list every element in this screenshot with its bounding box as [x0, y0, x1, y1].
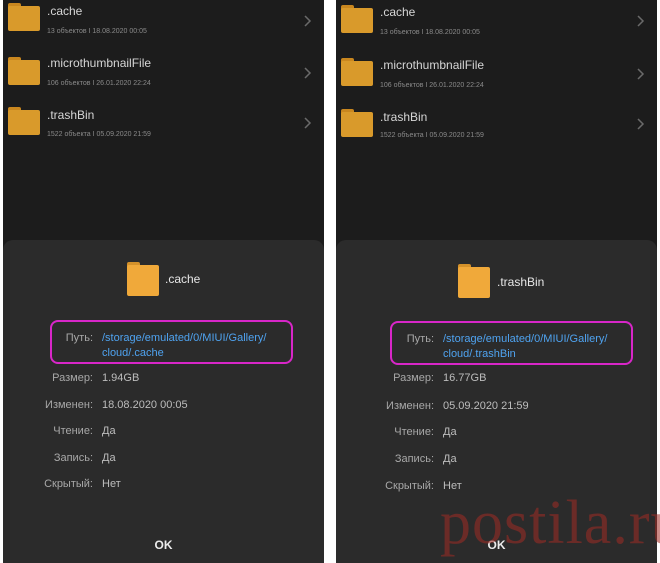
modified-value: 05.09.2020 21:59 — [443, 400, 529, 412]
folder-name: .cache — [380, 5, 416, 19]
write-value: Да — [443, 453, 457, 465]
hidden-value: Нет — [102, 478, 121, 490]
chevron-right-icon — [302, 66, 312, 80]
folder-meta: 1522 объекта I 05.09.2020 21:59 — [47, 131, 151, 138]
size-label: Размер: — [393, 372, 434, 384]
folder-icon — [8, 57, 40, 85]
folder-icon — [127, 262, 159, 296]
path-line-2: cloud/.cache — [102, 347, 164, 359]
hidden-label: Скрытый: — [385, 480, 434, 492]
properties-dialog: .cache Путь: /storage/emulated/0/MIUI/Ga… — [3, 240, 324, 563]
folder-icon — [458, 264, 490, 298]
modified-label: Изменен: — [45, 399, 93, 411]
path-value[interactable]: /storage/emulated/0/MIUI/Gallery/ cloud/… — [102, 331, 292, 361]
chevron-right-icon — [635, 117, 645, 131]
path-line-2: cloud/.trashBin — [443, 348, 516, 360]
folder-meta: 1522 объекта I 05.09.2020 21:59 — [380, 132, 484, 139]
size-value: 1.94GB — [102, 372, 140, 384]
folder-row-trashbin[interactable]: .trashBin 1522 объекта I 05.09.2020 21:5… — [336, 106, 657, 156]
folder-icon — [8, 3, 40, 31]
folder-name: .trashBin — [47, 108, 95, 122]
path-line-1: /storage/emulated/0/MIUI/Gallery/ — [443, 333, 608, 345]
chevron-right-icon — [302, 14, 312, 28]
write-label: Запись: — [53, 452, 93, 464]
folder-name: .cache — [47, 4, 83, 18]
read-value: Да — [102, 425, 116, 437]
chevron-right-icon — [635, 14, 645, 28]
folder-meta: 106 объектов I 26.01.2020 22:24 — [47, 80, 151, 87]
dialog-title: .cache — [165, 272, 201, 286]
size-value: 16.77GB — [443, 372, 487, 384]
watermark: postila.ru — [440, 489, 660, 557]
path-label: Путь: — [406, 333, 434, 345]
write-label: Запись: — [394, 453, 434, 465]
folder-icon — [341, 109, 373, 137]
chevron-right-icon — [635, 67, 645, 81]
dialog-title: .trashBin — [497, 275, 545, 289]
size-label: Размер: — [52, 372, 93, 384]
folder-row-trashbin[interactable]: .trashBin 1522 объекта I 05.09.2020 21:5… — [3, 104, 324, 154]
folder-row-cache[interactable]: .cache 13 объектов I 18.08.2020 00:05 — [336, 0, 657, 50]
folder-meta: 13 объектов I 18.08.2020 00:05 — [380, 29, 480, 36]
read-label: Чтение: — [53, 425, 93, 437]
folder-row-microthumbnailfile[interactable]: .microthumbnailFile 106 объектов I 26.01… — [3, 52, 324, 102]
folder-icon — [341, 5, 373, 33]
read-value: Да — [443, 426, 457, 438]
chevron-right-icon — [302, 116, 312, 130]
ok-button[interactable]: OK — [3, 538, 324, 552]
folder-name: .trashBin — [380, 110, 428, 124]
write-value: Да — [102, 452, 116, 464]
modified-value: 18.08.2020 00:05 — [102, 399, 188, 411]
path-line-1: /storage/emulated/0/MIUI/Gallery/ — [102, 332, 267, 344]
path-value[interactable]: /storage/emulated/0/MIUI/Gallery/ cloud/… — [443, 332, 633, 362]
right-screenshot: .cache 13 объектов I 18.08.2020 00:05 .m… — [336, 0, 657, 563]
modified-label: Изменен: — [386, 400, 434, 412]
folder-icon — [341, 58, 373, 86]
folder-meta: 106 объектов I 26.01.2020 22:24 — [380, 82, 484, 89]
hidden-label: Скрытый: — [44, 478, 93, 490]
folder-icon — [8, 107, 40, 135]
left-screenshot: .cache 13 объектов I 18.08.2020 00:05 .m… — [3, 0, 324, 563]
folder-row-microthumbnailfile[interactable]: .microthumbnailFile 106 объектов I 26.01… — [336, 53, 657, 103]
path-label: Путь: — [65, 332, 93, 344]
folder-row-cache[interactable]: .cache 13 объектов I 18.08.2020 00:05 — [3, 0, 324, 50]
folder-name: .microthumbnailFile — [47, 56, 152, 70]
folder-meta: 13 объектов I 18.08.2020 00:05 — [47, 28, 147, 35]
read-label: Чтение: — [394, 426, 434, 438]
folder-name: .microthumbnailFile — [380, 58, 485, 72]
